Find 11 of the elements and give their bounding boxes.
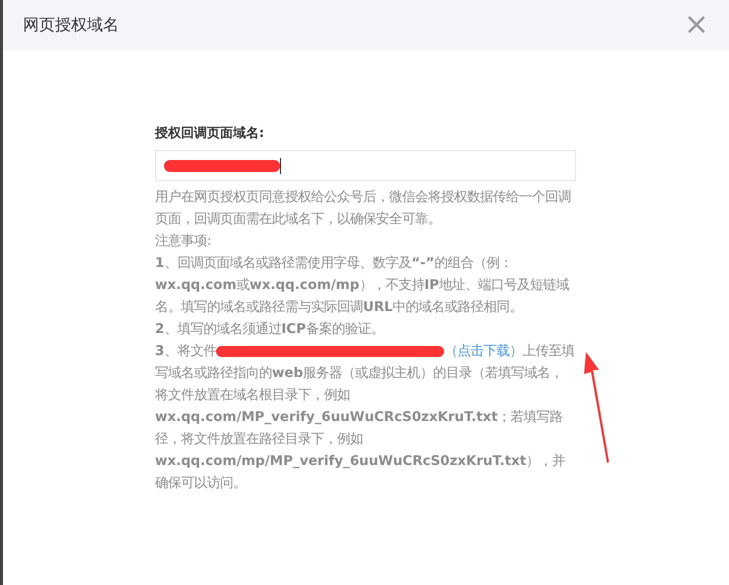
note-text: 3、将文件 （点击下载）上传至填写域名或路径指向的web服务器（或虚拟主机）的目录（若填写域名，将文件放置在域名根目录下，例如wx.qq.com/MP_verify_6uuWuCRcS0zxKruT.txt；若填写路径，将文件放置在路径目录下，例如wx.qq.com/mp/MP_verify_6uuWuCRcS0zxKruT.txt），并确保可以访问。	[155, 342, 576, 493]
close-button[interactable]: ×	[684, 10, 709, 40]
note-text: 1、回调页面域名或路径需使用字母、数字及“-”的组合（例：wx.qq.com或wx.qq.com/mp），不支持IP地址、端口号及短链域名。填写的域名或路径需与实际回调URL中的域名或路径相同。	[155, 254, 570, 317]
field-label: 授权回调页面域名:	[155, 125, 266, 142]
domain-input-field[interactable]	[155, 150, 576, 181]
download-link[interactable]: （点击下载）	[444, 344, 522, 359]
notes-heading: 注意事项:	[155, 232, 213, 251]
dialog-title: 网页授权域名	[23, 14, 119, 36]
note-text: 2、填写的域名须通过ICP备案的验证。	[155, 320, 385, 339]
description-text: 用户在网页授权页同意授权给公众号后，微信会将授权数据传给一个回调页面，回调页面需在此域名下，以确保安全可靠。	[155, 188, 572, 229]
text-cursor	[280, 158, 281, 174]
